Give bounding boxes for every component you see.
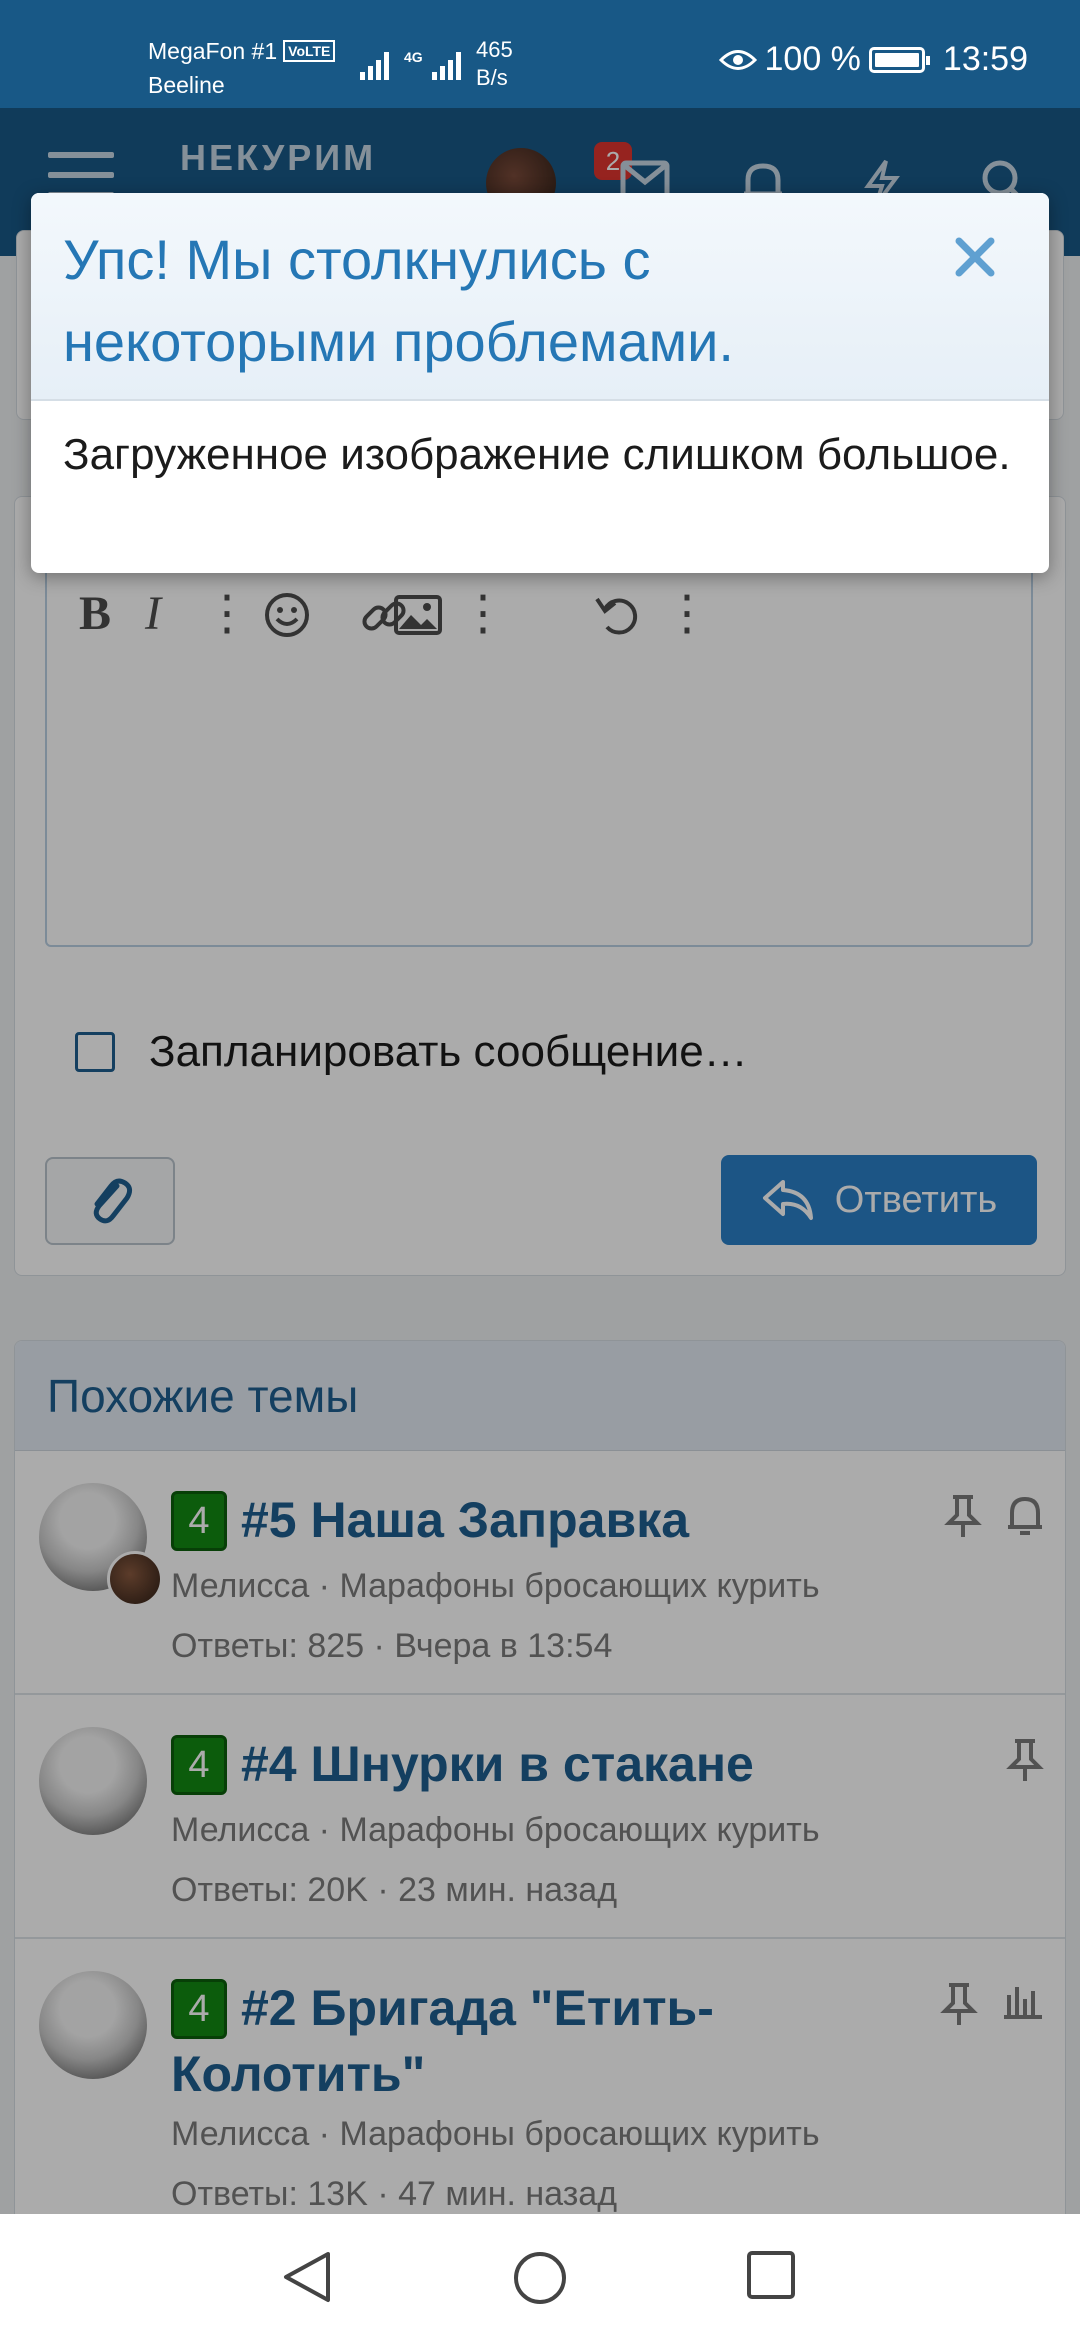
carrier-info: MegaFon #1 VoLTE Beeline	[148, 34, 336, 102]
carrier-primary: MegaFon #1	[148, 38, 278, 64]
home-icon[interactable]	[512, 2250, 568, 2306]
eye-icon	[718, 49, 757, 70]
battery-percent: 100 %	[764, 40, 861, 78]
system-nav-bar	[0, 2214, 1080, 2340]
carrier-secondary: Beeline	[148, 72, 225, 98]
recents-icon[interactable]	[746, 2250, 796, 2300]
close-icon[interactable]	[947, 229, 1003, 285]
net-speed-unit: B/s	[476, 65, 508, 90]
volte-badge: VoLTE	[283, 40, 336, 62]
network-speed: 465 B/s	[476, 36, 513, 92]
back-icon[interactable]	[280, 2250, 336, 2304]
battery-icon	[868, 46, 930, 73]
signal-icon: 4G	[360, 44, 470, 89]
error-dialog: Упс! Мы столкнулись с некоторыми проблем…	[31, 193, 1049, 573]
net-speed-value: 465	[476, 37, 513, 62]
status-right: 100 % 13:59	[718, 40, 1028, 79]
svg-text:4G: 4G	[404, 49, 423, 65]
clock: 13:59	[942, 40, 1028, 78]
error-dialog-title: Упс! Мы столкнулись с некоторыми проблем…	[31, 193, 1049, 401]
status-bar: MegaFon #1 VoLTE Beeline 4G 465 B/s 100 %…	[0, 0, 1080, 108]
error-dialog-message: Загруженное изображение слишком большое.	[63, 430, 1011, 479]
